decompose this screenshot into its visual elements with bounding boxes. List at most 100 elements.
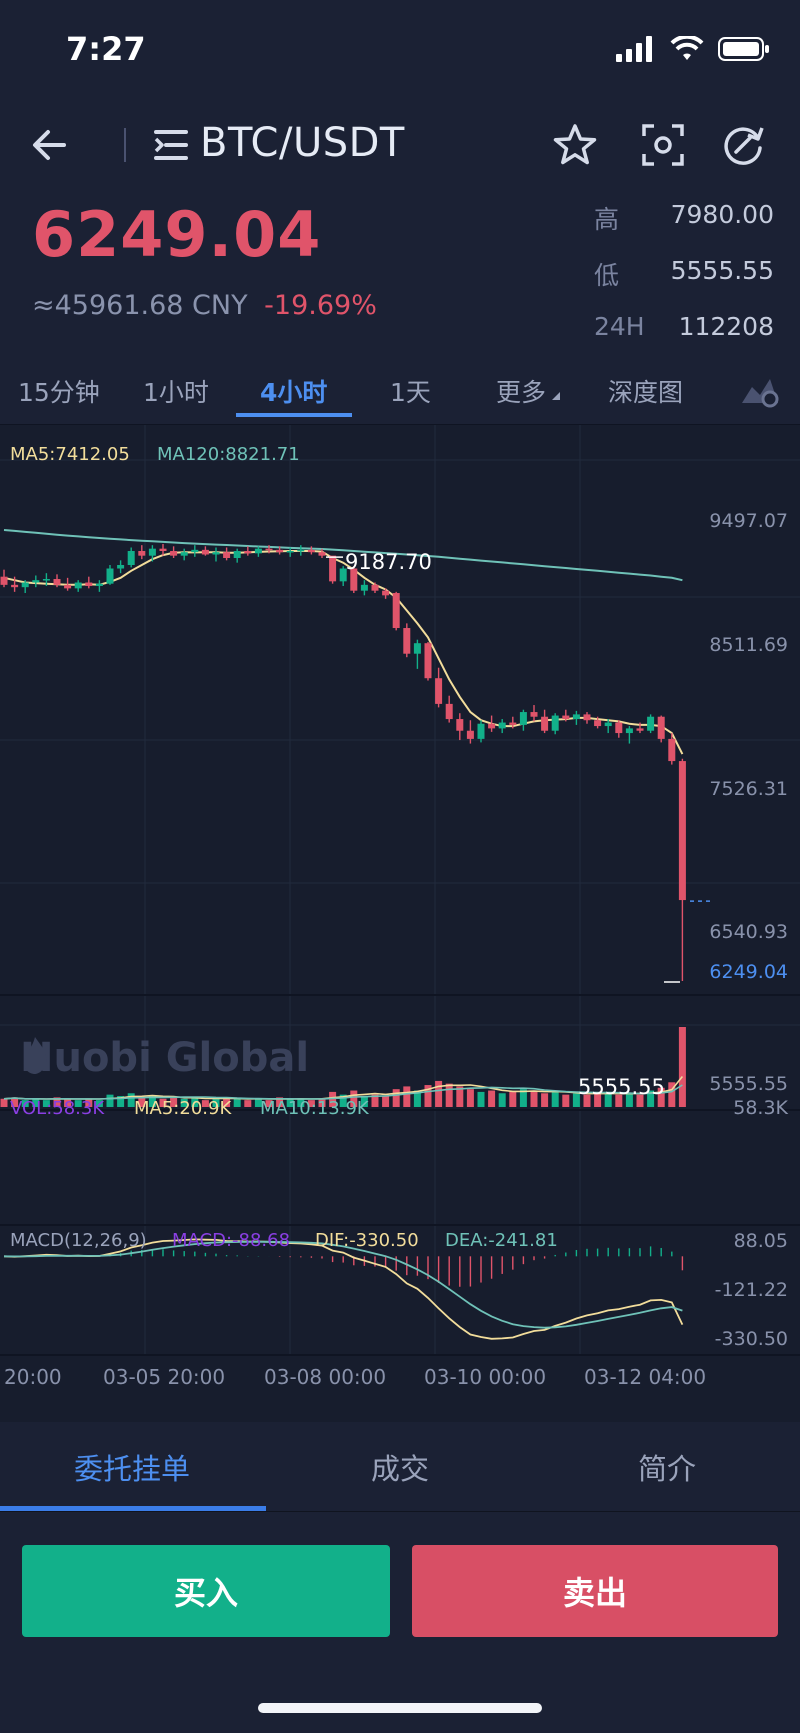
volume-bar [106,1094,114,1107]
macd-tick-2: -121.22 [714,1279,788,1301]
change-percent: -19.69% [264,290,377,321]
stat-high-label: 高 [594,205,620,234]
candle-body [201,549,209,555]
candle-body [117,565,125,569]
candle-body [180,552,188,556]
candle-body [85,582,93,587]
x-tick-5: 03-12 04:00 [584,1365,707,1389]
ma120-legend: MA120:8821.71 [157,444,300,465]
candle-body [329,555,337,582]
tab-4h[interactable]: 4小时 [260,373,327,409]
candle-body [498,722,506,729]
candle-body [223,552,231,559]
volume-bar [244,1100,252,1107]
candle-body [64,584,72,589]
candle-body [191,549,199,553]
scan-icon[interactable] [638,120,688,170]
candle-body [371,584,379,591]
chart-settings-icon[interactable] [740,373,780,409]
candle-body [435,678,443,704]
nav-divider [124,128,126,162]
candle-body [106,568,114,584]
price-summary: 6249.04 ≈45961.68 CNY -19.69% 高 7980.00 … [0,190,800,350]
sell-button[interactable]: 卖出 [412,1545,778,1637]
macd-tick-3: -330.50 [714,1328,788,1350]
dea-legend: DEA:-241.81 [445,1230,558,1251]
candle-body [53,579,61,585]
candle-body [562,715,570,720]
candle-body [95,583,103,587]
volume-bar [0,1098,8,1107]
x-tick-4: 03-10 00:00 [424,1365,547,1389]
candle-body [265,548,273,551]
list-menu-icon[interactable] [152,126,190,164]
buy-button[interactable]: 买入 [22,1545,390,1637]
tab-1h[interactable]: 1小时 [143,373,209,409]
volume-bar [678,1027,686,1107]
stat-high-value: 7980.00 [670,200,774,229]
candle-body [170,551,178,556]
tab-1d[interactable]: 1天 [390,373,431,409]
status-time: 7:27 [66,30,146,68]
price-tick-4: 6540.93 [709,921,788,943]
tab-depth-chart[interactable]: 深度图 [608,373,683,409]
macd-legend: MACD:-88.68 [172,1230,291,1251]
volume-bar [530,1090,538,1107]
candle-body [615,722,623,734]
candle-body [138,551,146,556]
kline-chart[interactable]: MA5:7412.05 MA120:8821.71 9497.07 8511.6… [0,425,800,1425]
stat-low-label: 低 [594,261,620,290]
price-tick-3: 7526.31 [709,778,788,800]
candle-body [307,549,315,553]
price-tick-2: 8511.69 [709,634,788,656]
volume-bar [551,1091,559,1107]
candle-body [519,712,527,725]
candle-body [254,548,262,554]
candle-body [572,714,580,720]
home-indicator [258,1703,542,1713]
candle-body [636,728,644,731]
tab-intro[interactable]: 简介 [638,1446,696,1488]
volume-bar [509,1091,517,1107]
tab-open-orders[interactable]: 委托挂单 [74,1446,190,1488]
macd-params-legend: MACD(12,26,9) [10,1230,147,1251]
tab-trades[interactable]: 成交 [371,1446,429,1488]
volume-bar [466,1089,474,1107]
candle-body [668,738,676,762]
stats-panel: 高 7980.00 低 5555.55 24H 112208 [594,190,774,358]
stat-high: 高 7980.00 [594,190,774,246]
detail-tab-underline [0,1506,266,1511]
chart-canvas [0,425,800,1356]
candle-body [11,584,19,588]
candle-body [657,716,665,739]
tab-more[interactable]: 更多 [496,373,561,409]
star-icon[interactable] [550,120,600,170]
tab-15m[interactable]: 15分钟 [18,373,100,409]
candle-body [678,761,686,901]
ma5-legend: MA5:7412.05 [10,444,130,465]
low-callout: 5555.55 [578,1075,665,1099]
candle-body [42,579,50,581]
candle-body [360,584,368,591]
candle-body [392,593,400,629]
candle-body [594,720,602,727]
candle-body [456,719,464,731]
refresh-icon[interactable] [718,120,768,170]
cny-price-line: ≈45961.68 CNY -19.69% [32,290,377,321]
app-root: 7:27 BTC/USDT 6249.04 ≈45961.68 CNY -19.… [0,0,800,1733]
battery-icon [718,37,769,61]
candle-body [148,548,156,556]
volume-bar [435,1080,443,1107]
stat-low: 低 5555.55 [594,246,774,302]
volume-bar [477,1091,485,1107]
candle-body [212,552,220,555]
pair-title[interactable]: BTC/USDT [200,120,405,166]
wifi-icon [670,36,704,60]
chart-annotations [326,556,712,983]
candle-body [445,703,453,720]
candle-body [625,728,633,734]
volume-bar [392,1089,400,1107]
candle-body [32,580,40,583]
candle-body [382,590,390,596]
back-arrow-icon[interactable] [24,118,78,172]
